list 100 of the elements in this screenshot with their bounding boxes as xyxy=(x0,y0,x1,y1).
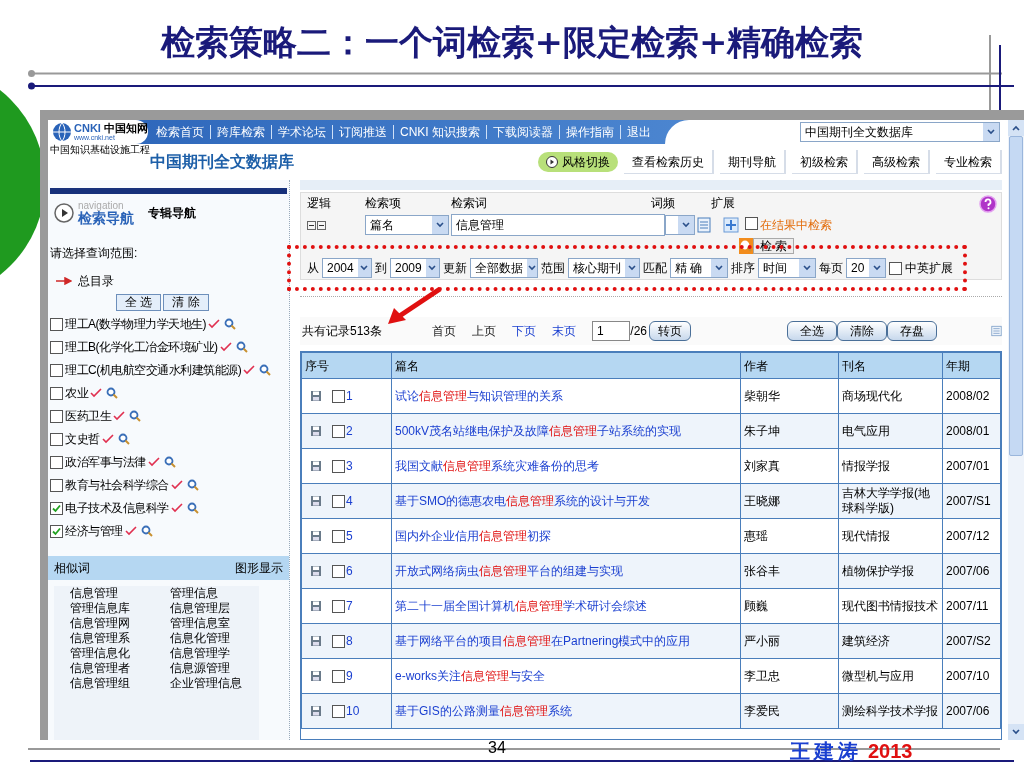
checkbox[interactable] xyxy=(332,529,345,543)
checkbox[interactable] xyxy=(50,363,63,377)
checkbox[interactable] xyxy=(332,599,345,613)
page-number-field[interactable]: 1 xyxy=(592,321,631,341)
similar-word[interactable]: 信息管理组 xyxy=(70,676,160,691)
style-switch-button[interactable]: 风格切换 xyxy=(538,152,618,172)
nav-link[interactable]: 检索首页 xyxy=(150,125,210,139)
checkbox[interactable] xyxy=(50,524,63,538)
frequency-dropdown[interactable] xyxy=(665,215,695,235)
action-button[interactable]: 清除 xyxy=(837,321,887,341)
search-nav-tab[interactable]: 检索导航 xyxy=(78,211,134,225)
sidebar-button[interactable]: 全 选 xyxy=(116,294,162,311)
search-term-field[interactable]: 信息管理 xyxy=(451,214,665,236)
root-category[interactable]: 总目录 xyxy=(78,272,114,290)
pager-link[interactable]: 末页 xyxy=(552,322,577,340)
category-label[interactable]: 经济与管理 xyxy=(65,522,123,540)
checkbox[interactable] xyxy=(50,478,63,492)
nav-link[interactable]: 下载阅读器 xyxy=(486,125,559,139)
filter-dropdown[interactable]: 全部数据 xyxy=(470,258,538,278)
checkbox[interactable] xyxy=(745,217,758,230)
nav-tab[interactable]: 高级检索 xyxy=(864,150,930,174)
nav-link[interactable]: 学术论坛 xyxy=(271,125,332,139)
similar-word[interactable]: 信息化管理 xyxy=(169,631,259,646)
checkbox[interactable] xyxy=(50,501,63,515)
search-icon[interactable] xyxy=(106,387,118,399)
category-label[interactable]: 农业 xyxy=(65,384,88,402)
album-nav-tab[interactable]: 专辑导航 xyxy=(148,204,196,222)
checkbox[interactable] xyxy=(50,409,63,423)
similar-word[interactable]: 企业管理信息 xyxy=(169,676,259,691)
save-icon[interactable] xyxy=(310,425,322,437)
nav-link[interactable]: CNKI 知识搜索 xyxy=(393,125,486,139)
filter-dropdown[interactable]: 核心期刊 xyxy=(568,258,640,278)
pager-link[interactable]: 下页 xyxy=(512,322,537,340)
filter-dropdown[interactable]: 时间 xyxy=(758,258,816,278)
database-dropdown[interactable]: 中国期刊全文数据库 xyxy=(800,122,1000,142)
scroll-up-icon[interactable] xyxy=(1012,125,1020,131)
similar-word[interactable]: 管理信息库 xyxy=(70,601,160,616)
save-icon[interactable] xyxy=(310,530,322,542)
checkbox[interactable] xyxy=(332,634,345,648)
checkbox[interactable] xyxy=(50,455,63,469)
remove-row-icon[interactable] xyxy=(317,220,326,230)
article-title-link[interactable]: 基于GIS的公路测量信息管理系统 xyxy=(395,704,572,718)
category-label[interactable]: 文史哲 xyxy=(65,430,100,448)
nav-tab[interactable]: 查看检索历史 xyxy=(624,150,714,174)
save-icon[interactable] xyxy=(310,460,322,472)
save-icon[interactable] xyxy=(310,670,322,682)
nav-tab[interactable]: 初级检索 xyxy=(792,150,858,174)
scrollbar[interactable] xyxy=(1008,120,1024,740)
similar-word[interactable]: 管理信息化 xyxy=(70,646,160,661)
checkbox[interactable] xyxy=(332,424,345,438)
nav-link[interactable]: 订阅推送 xyxy=(332,125,393,139)
similar-word[interactable]: 信息管理者 xyxy=(70,661,160,676)
checkbox[interactable] xyxy=(50,432,63,446)
action-button[interactable]: 全选 xyxy=(787,321,837,341)
action-button[interactable]: 存盘 xyxy=(887,321,937,341)
similar-word[interactable]: 信息管理网 xyxy=(70,616,160,631)
nav-link[interactable]: 跨库检索 xyxy=(210,125,271,139)
search-icon[interactable] xyxy=(235,341,248,353)
article-title-link[interactable]: 国内外企业信用信息管理初探 xyxy=(395,529,551,543)
checkbox[interactable] xyxy=(332,459,345,473)
checkbox[interactable] xyxy=(332,494,345,508)
checkbox[interactable] xyxy=(50,386,63,400)
similar-word[interactable]: 管理信息 xyxy=(169,586,259,601)
category-label[interactable]: 电子技术及信息科学 xyxy=(65,499,169,517)
go-page-button[interactable]: 转页 xyxy=(649,321,691,341)
search-icon[interactable] xyxy=(224,318,236,330)
expand-icon[interactable] xyxy=(723,217,739,233)
help-icon[interactable] xyxy=(979,195,997,213)
category-label[interactable]: 理工B(化学化工冶金环境矿业) xyxy=(65,338,218,356)
filter-dropdown[interactable]: 2004 xyxy=(322,258,372,278)
category-label[interactable]: 理工A(数学物理力学天地生) xyxy=(65,315,206,333)
filter-dropdown[interactable]: 2009 xyxy=(390,258,440,278)
field-dropdown[interactable]: 篇名 xyxy=(365,215,449,235)
checkbox[interactable] xyxy=(332,389,345,403)
category-label[interactable]: 理工C(机电航空交通水利建筑能源) xyxy=(65,361,242,379)
checkbox[interactable] xyxy=(50,317,63,331)
save-icon[interactable] xyxy=(310,600,322,612)
save-icon[interactable] xyxy=(310,390,322,402)
search-icon[interactable] xyxy=(740,240,752,252)
similar-word[interactable]: 信息管理学 xyxy=(169,646,259,661)
graph-view-link[interactable]: 图形显示 xyxy=(235,559,283,577)
save-icon[interactable] xyxy=(310,705,322,717)
similar-word[interactable]: 信息管理系 xyxy=(70,631,160,646)
sidebar-button[interactable]: 清 除 xyxy=(163,294,209,311)
save-icon[interactable] xyxy=(310,635,322,647)
checkbox[interactable] xyxy=(332,669,345,683)
filter-dropdown[interactable]: 20 xyxy=(846,258,886,278)
article-title-link[interactable]: 试论信息管理与知识管理的关系 xyxy=(395,389,563,403)
checkbox[interactable] xyxy=(889,261,902,275)
search-icon[interactable] xyxy=(259,364,272,376)
similar-word[interactable]: 信息管理 xyxy=(70,586,160,601)
similar-word[interactable]: 管理信息室 xyxy=(169,616,259,631)
nav-link[interactable]: 退出 xyxy=(620,125,657,139)
category-label[interactable]: 教育与社会科学综合 xyxy=(65,476,169,494)
similar-word[interactable]: 信息源管理 xyxy=(169,661,259,676)
similar-word[interactable]: 信息管理层 xyxy=(169,601,259,616)
save-icon[interactable] xyxy=(310,495,322,507)
search-icon[interactable] xyxy=(140,525,153,537)
category-label[interactable]: 医药卫生 xyxy=(65,407,111,425)
category-label[interactable]: 政治军事与法律 xyxy=(65,453,146,471)
